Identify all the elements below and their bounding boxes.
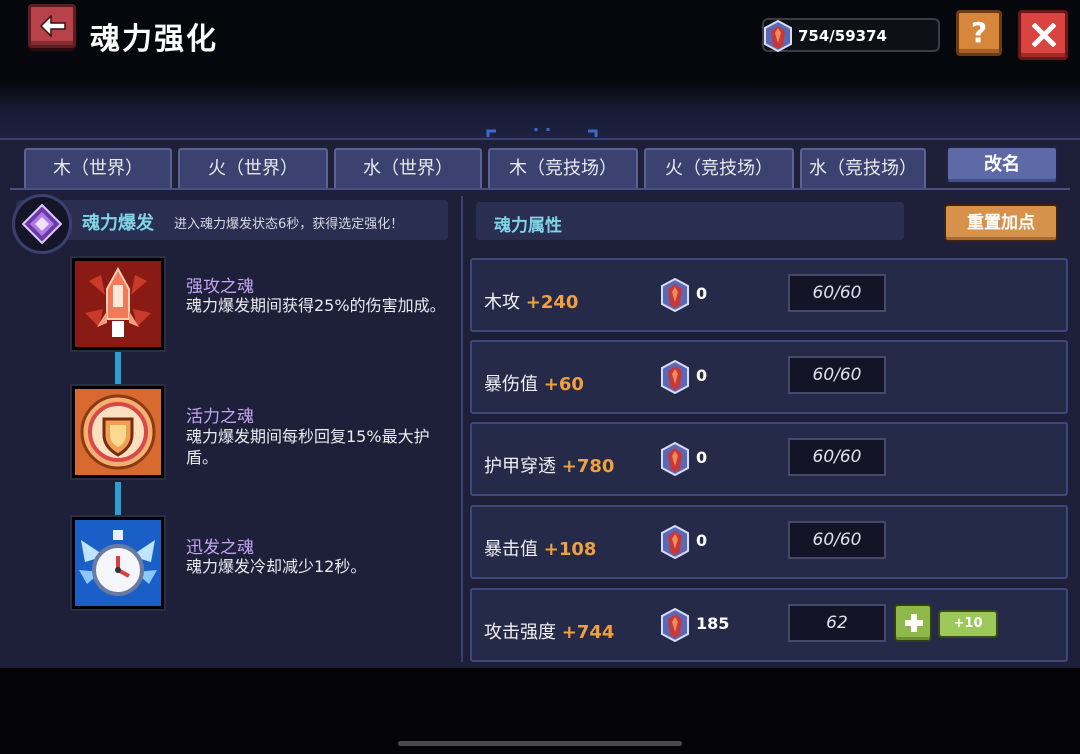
back-arrow-icon bbox=[40, 15, 66, 37]
soul-crystal-icon bbox=[22, 204, 62, 244]
tab-water-arena[interactable]: 水（竞技场） bbox=[800, 148, 926, 188]
rocket-icon bbox=[75, 261, 161, 347]
attribute-row: 护甲穿透 +780 0 60/60 bbox=[470, 422, 1068, 496]
soul-description: 魂力爆发期间获得25%的伤害加成。 bbox=[186, 296, 446, 315]
attribute-label: 护甲穿透 +780 bbox=[484, 456, 615, 477]
soul-burst-description: 进入魂力爆发状态6秒，获得选定强化！ bbox=[174, 217, 404, 232]
soul-attributes-title: 魂力属性 bbox=[494, 216, 562, 236]
attribute-cost: 0 bbox=[696, 531, 708, 550]
attribute-bonus: +240 bbox=[525, 292, 579, 313]
close-button[interactable] bbox=[1018, 10, 1068, 60]
attribute-label: 攻击强度 +744 bbox=[484, 622, 615, 643]
attribute-bonus: +108 bbox=[543, 539, 597, 560]
plus-icon bbox=[905, 614, 923, 632]
page-title: 魂力强化 bbox=[90, 22, 218, 57]
attribute-cost: 0 bbox=[696, 366, 708, 385]
shield-icon bbox=[75, 389, 161, 475]
attribute-cost: 185 bbox=[696, 614, 730, 633]
tab-fire-arena[interactable]: 火（竞技场） bbox=[644, 148, 794, 188]
soul-connector bbox=[115, 482, 121, 516]
soul-burst-emblem bbox=[12, 194, 72, 254]
attribute-row: 暴伤值 +60 0 60/60 bbox=[470, 340, 1068, 414]
attribute-bonus: +60 bbox=[543, 374, 584, 395]
tab-divider bbox=[10, 188, 1070, 190]
attribute-bonus: +780 bbox=[561, 456, 615, 477]
soul-name: 迅发之魂 bbox=[186, 538, 254, 558]
tab-fire-world[interactable]: 火（世界） bbox=[178, 148, 328, 188]
soul-name: 强攻之魂 bbox=[186, 277, 254, 297]
attribute-level: 60/60 bbox=[788, 438, 886, 476]
soul-icon-strong-attack[interactable] bbox=[72, 258, 164, 350]
soul-icon-swift[interactable] bbox=[72, 517, 164, 609]
add-point-button[interactable] bbox=[894, 604, 932, 642]
soul-currency-display: 754/59374 bbox=[762, 18, 940, 53]
add-ten-points-button[interactable]: +10 bbox=[938, 610, 998, 638]
soul-gem-icon bbox=[661, 278, 689, 312]
attribute-level: 60/60 bbox=[788, 521, 886, 559]
soul-icon-vitality[interactable] bbox=[72, 386, 164, 478]
tab-wood-world[interactable]: 木（世界） bbox=[24, 148, 172, 188]
stopwatch-icon bbox=[75, 520, 161, 606]
tab-wood-arena[interactable]: 木（竞技场） bbox=[488, 148, 638, 188]
help-button[interactable]: ? bbox=[956, 10, 1002, 56]
home-indicator[interactable] bbox=[398, 741, 682, 746]
attribute-level: 60/60 bbox=[788, 356, 886, 394]
back-button[interactable] bbox=[28, 4, 76, 48]
soul-gem-icon bbox=[661, 525, 689, 559]
soul-gem-icon bbox=[661, 360, 689, 394]
soul-gem-icon bbox=[661, 442, 689, 476]
soul-connector bbox=[115, 350, 121, 384]
attribute-level: 60/60 bbox=[788, 274, 886, 312]
attribute-label: 木攻 +240 bbox=[484, 292, 579, 313]
tab-water-world[interactable]: 水（世界） bbox=[334, 148, 482, 188]
attribute-row: 暴击值 +108 0 60/60 bbox=[470, 505, 1068, 579]
soul-gem-icon bbox=[764, 19, 792, 53]
attribute-bonus: +744 bbox=[561, 622, 615, 643]
soul-description: 魂力爆发冷却减少12秒。 bbox=[186, 557, 367, 576]
attribute-level: 62 bbox=[788, 604, 886, 642]
attribute-cost: 0 bbox=[696, 284, 708, 303]
soul-description: 魂力爆发期间每秒回复15%最大护盾。 bbox=[186, 427, 430, 467]
reset-points-button[interactable]: 重置加点 bbox=[944, 204, 1058, 242]
attribute-row: 木攻 +240 0 60/60 bbox=[470, 258, 1068, 332]
close-icon bbox=[1032, 23, 1056, 47]
banner-ornament-icon bbox=[486, 128, 598, 137]
attribute-label: 暴伤值 +60 bbox=[484, 374, 584, 395]
attribute-label: 暴击值 +108 bbox=[484, 539, 597, 560]
attribute-cost: 0 bbox=[696, 448, 708, 467]
attribute-row: 攻击强度 +744 185 62 +10 bbox=[470, 588, 1068, 662]
soul-burst-title: 魂力爆发 bbox=[82, 213, 154, 234]
soul-name: 活力之魂 bbox=[186, 407, 254, 427]
rename-button[interactable]: 改名 bbox=[946, 146, 1058, 184]
soul-gem-icon bbox=[661, 608, 689, 642]
currency-value: 754/59374 bbox=[798, 27, 887, 45]
column-divider bbox=[461, 196, 463, 662]
